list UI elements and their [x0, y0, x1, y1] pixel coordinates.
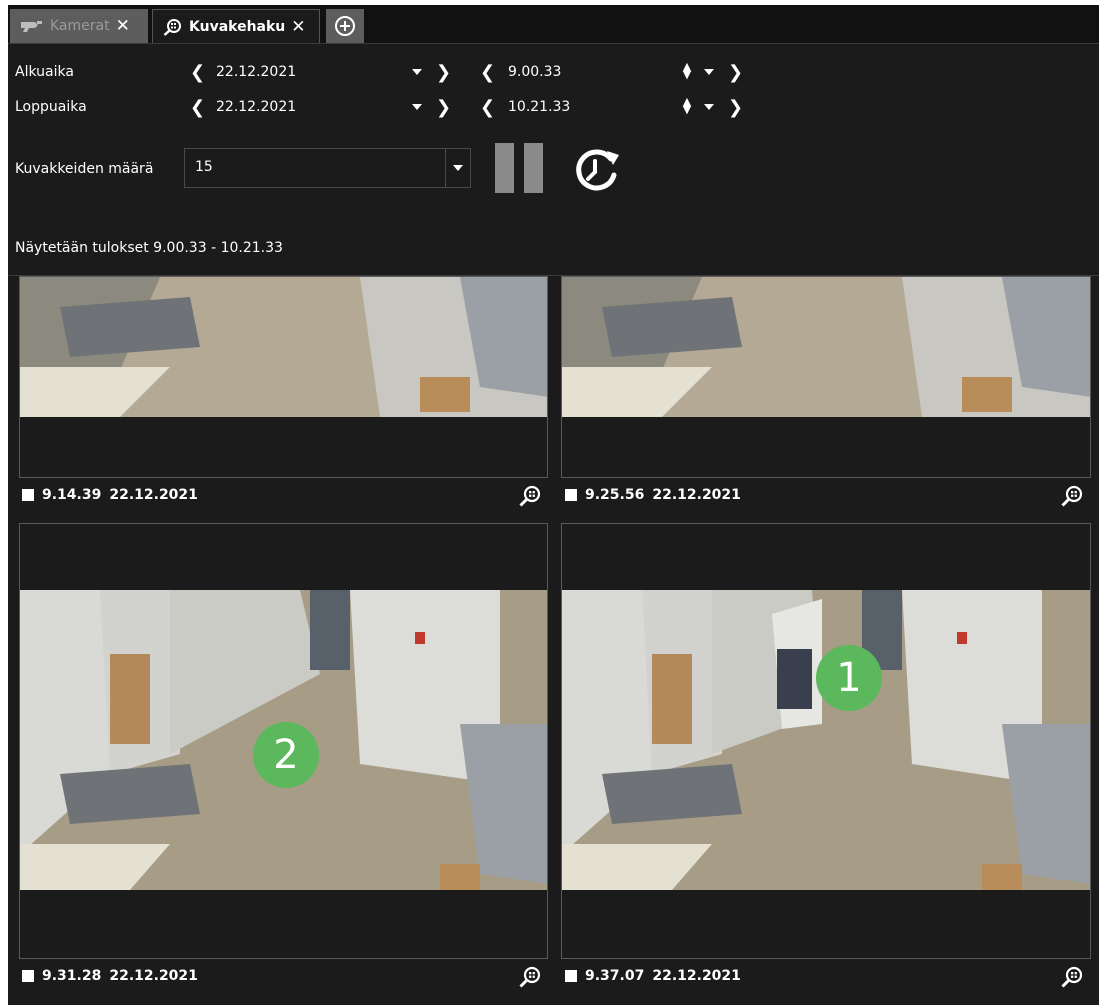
zoom-search-icon[interactable]	[518, 965, 542, 989]
date-dropdown-icon[interactable]	[412, 69, 422, 75]
pause-button-bar[interactable]	[524, 143, 543, 193]
thumbnail-image[interactable]	[561, 276, 1091, 478]
zoom-search-icon[interactable]	[518, 484, 542, 508]
results-range-text: Näytetään tulokset 9.00.33 - 10.21.33	[15, 240, 283, 256]
date-next-icon[interactable]: ❯	[436, 97, 451, 118]
checkbox[interactable]	[22, 970, 34, 982]
time-spinner-icon[interactable]: ▲ ▼	[682, 96, 692, 115]
camera-icon	[21, 21, 42, 32]
add-tab-button[interactable]	[326, 9, 364, 43]
tab-cameras[interactable]: Kamerat ✕	[10, 9, 148, 43]
checkbox[interactable]	[565, 489, 577, 501]
count-dropdown-button[interactable]	[445, 149, 470, 187]
thumbnail-image[interactable]	[19, 276, 548, 478]
start-date-value[interactable]: 22.12.2021	[216, 64, 296, 80]
tab-bar: Kamerat ✕ Kuvakehaku ✕	[8, 5, 1099, 44]
tab-thumbnail-search-label: Kuvakehaku	[189, 18, 286, 35]
thumbnail-date: 22.12.2021	[652, 487, 741, 503]
thumbnail-time: 9.25.56	[585, 487, 645, 503]
time-prev-icon[interactable]: ❮	[480, 62, 495, 83]
thumbnail-caption: 9.25.56 22.12.2021	[565, 487, 741, 503]
time-next-icon[interactable]: ❯	[728, 62, 743, 83]
time-dropdown-icon[interactable]	[704, 69, 714, 75]
thumbnail-caption: 9.31.28 22.12.2021	[22, 968, 198, 984]
checkbox[interactable]	[22, 489, 34, 501]
thumbnail-search-icon	[163, 18, 181, 36]
thumbnail-count-label: Kuvakkeiden määrä	[15, 161, 154, 177]
tab-thumbnail-search[interactable]: Kuvakehaku ✕	[152, 9, 320, 43]
thumbnail-date: 22.12.2021	[109, 968, 198, 984]
thumbnail-date: 22.12.2021	[652, 968, 741, 984]
zoom-search-icon[interactable]	[1060, 484, 1084, 508]
zoom-search-icon[interactable]	[1060, 965, 1084, 989]
time-next-icon[interactable]: ❯	[728, 97, 743, 118]
end-time-value[interactable]: 10.21.33	[508, 99, 570, 115]
date-next-icon[interactable]: ❯	[436, 62, 451, 83]
time-prev-icon[interactable]: ❮	[480, 97, 495, 118]
start-time-value[interactable]: 9.00.33	[508, 64, 561, 80]
end-time-row: Loppuaika ❮ 22.12.2021 ❯ ❮ 10.21.33 ▲ ▼ ❯	[8, 94, 1099, 120]
end-time-label: Loppuaika	[15, 99, 87, 115]
thumbnail-time: 9.14.39	[42, 487, 102, 503]
close-icon[interactable]: ✕	[291, 17, 305, 37]
time-dropdown-icon[interactable]	[704, 104, 714, 110]
start-time-row: Alkuaika ❮ 22.12.2021 ❯ ❮ 9.00.33 ▲ ▼ ❯	[8, 59, 1099, 85]
thumbnail-count-select[interactable]: 15	[184, 148, 471, 188]
date-dropdown-icon[interactable]	[412, 104, 422, 110]
close-icon[interactable]: ✕	[116, 16, 130, 36]
plus-circle-icon	[335, 16, 355, 36]
chevron-down-icon	[453, 165, 463, 171]
thumbnail-time: 9.37.07	[585, 968, 645, 984]
thumbnail-count-value: 15	[195, 159, 213, 175]
thumbnail-date: 22.12.2021	[109, 487, 198, 503]
pause-button[interactable]	[495, 143, 514, 193]
date-prev-icon[interactable]: ❮	[190, 97, 205, 118]
history-refresh-icon[interactable]	[573, 145, 623, 193]
thumbnail-image[interactable]	[561, 523, 1091, 959]
thumbnail-caption: 9.37.07 22.12.2021	[565, 968, 741, 984]
date-prev-icon[interactable]: ❮	[190, 62, 205, 83]
tab-cameras-label: Kamerat	[50, 18, 110, 34]
end-date-value[interactable]: 22.12.2021	[216, 99, 296, 115]
callout-badge: 2	[253, 722, 319, 788]
thumbnail-time: 9.31.28	[42, 968, 102, 984]
thumbnail-caption: 9.14.39 22.12.2021	[22, 487, 198, 503]
app-window: Kamerat ✕ Kuvakehaku ✕ Alkuaika ❮ 22.12.…	[8, 5, 1099, 1005]
start-time-label: Alkuaika	[15, 64, 74, 80]
time-spinner-icon[interactable]: ▲ ▼	[682, 61, 692, 80]
callout-badge: 1	[816, 645, 882, 711]
checkbox[interactable]	[565, 970, 577, 982]
